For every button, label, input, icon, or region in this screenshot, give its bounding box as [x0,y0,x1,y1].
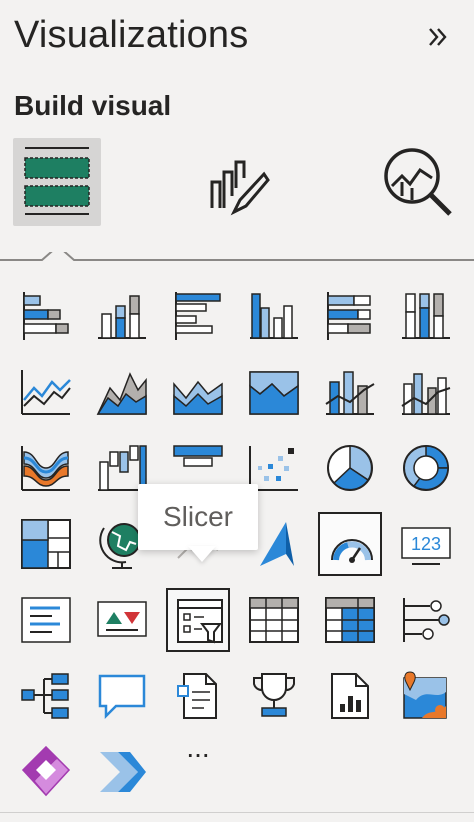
visualizations-header: Visualizations [0,0,474,80]
svg-text:123: 123 [411,534,441,554]
table-fields-icon [24,147,90,215]
clustered-bar-chart-icon [175,292,221,340]
build-visual-heading: Build visual [14,90,172,121]
treemap-icon [21,519,71,569]
pie-chart-icon [327,445,373,491]
clustered-column-chart-icon [250,293,298,339]
analytics-mode-button[interactable] [374,138,462,226]
bottom-divider [0,812,474,813]
visual-stacked-area-chart[interactable] [166,360,230,424]
visual-qa[interactable] [90,664,154,728]
visual-treemap[interactable] [14,512,78,576]
pane-mode-switcher [0,138,474,234]
100-stacked-bar-chart-icon [327,292,371,340]
visual-ribbon-chart[interactable] [14,436,78,500]
power-automate-icon [100,752,146,792]
slicer-tooltip: Slicer [138,484,258,550]
visual-decomposition-tree[interactable] [14,664,78,728]
visual-power-apps[interactable] [14,740,78,804]
pane-title: Visualizations [14,14,249,56]
gauge-icon [331,539,373,563]
card-icon: 123 [401,527,451,565]
line-chart-icon [21,370,71,415]
visual-paginated-report[interactable] [318,664,382,728]
visual-gauge[interactable] [318,512,382,576]
kpi-icon [97,601,147,637]
table-icon [249,597,299,643]
paginated-report-icon [331,673,369,719]
visual-smart-narrative[interactable] [166,664,230,728]
matrix-icon [325,597,375,643]
visual-line-chart[interactable] [14,360,78,424]
section-divider [0,252,474,261]
area-chart-icon [96,372,147,415]
goals-icon [253,673,295,717]
visual-clustered-bar-chart[interactable] [166,284,230,348]
100-stacked-area-chart-icon [249,371,299,415]
key-influencers-icon [403,598,450,642]
visual-slicer[interactable] [166,588,230,652]
visual-kpi[interactable] [90,588,154,652]
visual-power-automate[interactable] [90,740,154,804]
collapse-pane-button[interactable] [424,22,454,52]
visual-table[interactable] [242,588,306,652]
visual-stacked-column-chart[interactable] [90,284,154,348]
more-visuals-button[interactable]: ... [178,734,218,778]
ribbon-chart-icon [21,446,70,491]
visual-100-stacked-area-chart[interactable] [242,360,306,424]
stacked-bar-chart-icon [23,292,69,340]
visual-donut-chart[interactable] [394,436,458,500]
format-visual-mode-button[interactable] [194,138,282,226]
visual-line-clustered-column-chart[interactable] [394,360,458,424]
visual-clustered-column-chart[interactable] [242,284,306,348]
visual-pie-chart[interactable] [318,436,382,500]
tooltip-arrow [188,546,216,562]
visual-100-stacked-column-chart[interactable] [394,284,458,348]
magnifier-chart-icon [384,148,452,216]
visual-area-chart[interactable] [90,360,154,424]
slicer-icon [177,599,223,644]
visual-matrix[interactable] [318,588,382,652]
line-clustered-column-chart-icon [401,373,451,415]
arcgis-map-icon [403,671,447,719]
line-stacked-column-chart-icon [325,371,375,415]
double-chevron-right-icon [429,28,447,46]
paintbrush-chart-icon [210,160,270,216]
visual-key-influencers[interactable] [394,588,458,652]
stacked-area-chart-icon [173,380,223,415]
stacked-column-chart-icon [98,295,146,339]
visual-stacked-bar-chart[interactable] [14,284,78,348]
qa-icon [98,674,146,720]
visual-line-stacked-column-chart[interactable] [318,360,382,424]
power-apps-icon [21,746,71,797]
visual-arcgis-map[interactable] [394,664,458,728]
build-visual-mode-button[interactable] [13,138,101,226]
visual-goals[interactable] [242,664,306,728]
visual-100-stacked-bar-chart[interactable] [318,284,382,348]
visual-multi-row-card[interactable] [14,588,78,652]
smart-narrative-icon [177,673,217,719]
visual-card[interactable]: 123 [394,512,458,576]
multi-row-card-icon [21,597,71,643]
decomposition-tree-icon [21,673,69,719]
100-stacked-column-chart-icon [402,293,450,339]
donut-chart-icon [403,445,449,491]
